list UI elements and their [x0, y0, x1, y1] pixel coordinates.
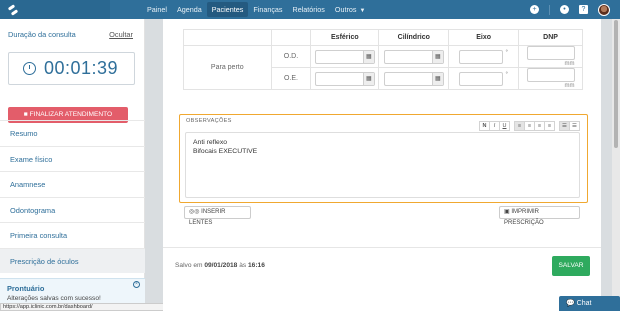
underline-button[interactable]: U [499, 121, 510, 131]
sidebar-item-primeira-consulta[interactable]: Primeira consulta [0, 222, 145, 248]
app-logo[interactable] [0, 0, 110, 19]
saved-date: 09/01/2018 [204, 262, 238, 269]
print-label: IMPRIMIR PRESCRIÇÃO [504, 209, 544, 226]
panel-bottom [163, 290, 601, 311]
degree-symbol: ° [505, 49, 508, 56]
divider [163, 247, 601, 248]
chat-button[interactable]: 💬 Chat [559, 296, 620, 311]
observation-line: Bifocais EXECUTIVE [193, 148, 258, 155]
sidebar-item-anamnese[interactable]: Anamnese [0, 171, 145, 197]
help-icon[interactable]: ? [579, 5, 588, 14]
saved-time: 16:16 [248, 262, 265, 269]
sidebar-item-exame-fisico[interactable]: Exame físico [0, 145, 145, 172]
chevron-down-icon: ▼ [359, 8, 366, 14]
editor-toolbar: N I U ≡ ≡ ≡ ≡ ☰ ☰ [479, 121, 580, 131]
oe-esferico-select[interactable]: ▦ [314, 71, 375, 86]
row-label-oe: O.E. [270, 67, 312, 90]
row-group-label: Para perto [183, 45, 272, 90]
unit-mm: mm [564, 61, 575, 67]
nav-relatorios[interactable]: Relatórios [288, 2, 330, 17]
timer-title: Duração da consulta [8, 30, 76, 39]
list-icon: ▦ [362, 72, 374, 85]
nav-agenda[interactable]: Agenda [172, 2, 207, 17]
prescription-table: Esférico Cilíndrico Eixo DNP Para perto … [183, 29, 583, 90]
saved-mid: às [239, 262, 247, 269]
od-eixo-input[interactable] [459, 49, 504, 64]
saved-status: Salvo em 09/01/2018 às 16:16 [175, 262, 265, 269]
observations-textarea[interactable]: Anti reflexo Bifocais EXECUTIVE [185, 132, 580, 198]
divider [549, 4, 550, 15]
oe-cilindrico-select[interactable]: ▦ [383, 71, 444, 86]
sidebar-item-odontograma[interactable]: Odontograma [0, 196, 145, 223]
numbered-list-icon[interactable]: ☰ [569, 121, 580, 131]
stopwatch-icon [23, 62, 36, 75]
nav-outros-label: Outros [334, 5, 357, 14]
top-navbar: Painel Agenda Pacientes Finanças Relatór… [0, 0, 620, 19]
prescription-panel: Esférico Cilíndrico Eixo DNP Para perto … [163, 19, 601, 290]
bell-icon[interactable]: • [560, 5, 569, 14]
observations-section: OBSERVAÇÕES N I U ≡ ≡ ≡ ≡ ☰ ☰ Anti refle… [179, 114, 588, 203]
printer-icon: ▣ [504, 209, 510, 215]
degree-symbol: ° [505, 71, 508, 78]
col-dnp: DNP [518, 29, 583, 46]
scrollbar-thumb[interactable] [614, 20, 618, 148]
print-prescription-button[interactable]: ▣ IMPRIMIR PRESCRIÇÃO [499, 206, 580, 226]
nav-pacientes[interactable]: Pacientes [206, 2, 249, 17]
insert-lenses-button[interactable]: ◎◎ INSERIR LENTES [184, 206, 251, 226]
observations-label: OBSERVAÇÕES [186, 118, 232, 124]
chat-label: Chat [576, 300, 592, 307]
col-esferico: Esférico [310, 29, 380, 46]
col-eixo: Eixo [448, 29, 520, 46]
sidebar-menu: Resumo Exame físico Anamnese Odontograma… [0, 120, 145, 273]
nav-painel[interactable]: Painel [142, 2, 172, 17]
finish-button-label: FINALIZAR ATENDIMENTO [29, 111, 113, 118]
glasses-icon: ◎◎ [189, 209, 200, 215]
align-justify-icon[interactable]: ≡ [544, 121, 555, 131]
prontuario-title: Prontuário [7, 284, 45, 293]
avatar[interactable] [598, 3, 610, 16]
observation-line: Anti reflexo [193, 139, 228, 146]
chat-icon: 💬 [566, 300, 575, 307]
row-label-od: O.D. [270, 45, 312, 68]
sidebar: Duração da consulta Ocultar 00:01:39 ■ F… [0, 19, 145, 311]
list-icon: ▦ [431, 50, 443, 63]
timer-box: 00:01:39 [8, 52, 135, 85]
saved-prefix: Salvo em [175, 262, 203, 269]
timer-value: 00:01:39 [44, 58, 119, 78]
sidebar-item-resumo[interactable]: Resumo [0, 120, 145, 146]
close-icon[interactable]: × [133, 281, 140, 288]
hide-timer-link[interactable]: Ocultar [109, 30, 133, 39]
od-cilindrico-select[interactable]: ▦ [383, 49, 444, 64]
oe-eixo-input[interactable] [459, 71, 504, 86]
logo-icon [8, 4, 18, 15]
prontuario-message: Alterações salvas com sucesso! [7, 295, 101, 302]
nav-financas[interactable]: Finanças [248, 2, 287, 17]
nav-outros[interactable]: Outros ▼ [330, 2, 371, 17]
unit-mm: mm [564, 83, 575, 89]
save-button[interactable]: SALVAR [552, 256, 590, 276]
oe-dnp-input[interactable] [526, 68, 575, 82]
table-row: Para perto O.D. ▦ ▦ ° mm [183, 45, 583, 90]
sidebar-item-prescricao-oculos[interactable]: Prescrição de óculos [0, 247, 145, 273]
col-cilindrico: Cilíndrico [378, 29, 450, 46]
od-esferico-select[interactable]: ▦ [314, 49, 375, 64]
list-icon: ▦ [362, 50, 374, 63]
plus-icon[interactable]: + [530, 5, 539, 14]
list-icon: ▦ [431, 72, 443, 85]
od-dnp-input[interactable] [526, 46, 575, 60]
